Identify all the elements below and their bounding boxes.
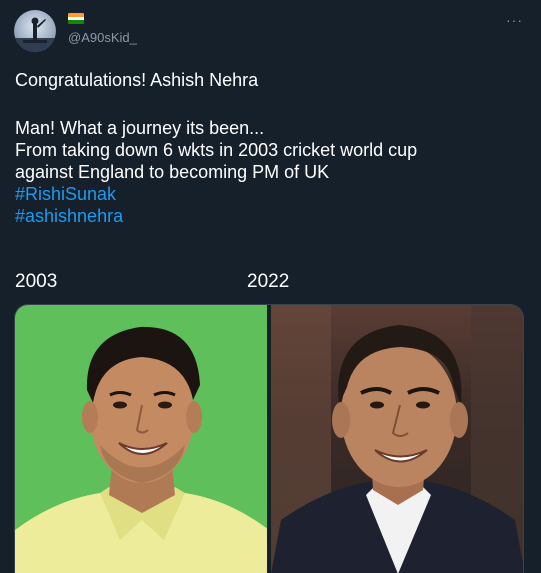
photo-left[interactable] bbox=[15, 305, 268, 573]
avatar[interactable] bbox=[14, 10, 56, 52]
hashtag-link-rishisunak[interactable]: #RishiSunak bbox=[15, 183, 525, 205]
photo-divider bbox=[267, 305, 269, 573]
tweet-line: From taking down 6 wkts in 2003 cricket … bbox=[15, 140, 418, 160]
photo-right[interactable] bbox=[271, 305, 523, 573]
tweet-media[interactable] bbox=[14, 304, 524, 573]
more-options-icon[interactable]: ··· bbox=[506, 12, 523, 28]
year-label-left: 2003 bbox=[15, 271, 58, 292]
flag-stripe-green bbox=[68, 20, 84, 24]
tweet-line: against England to becoming PM of UK bbox=[15, 162, 330, 182]
tweet[interactable]: @A90sKid_ ··· Congratulations! Ashish Ne… bbox=[0, 0, 541, 573]
tweet-text: Congratulations! Ashish Nehra Man! What … bbox=[15, 69, 525, 227]
tweet-line: Man! What a journey its been... bbox=[15, 118, 265, 138]
year-label-right: 2022 bbox=[247, 271, 290, 292]
hashtag-link-ashishnehra[interactable]: #ashishnehra bbox=[15, 205, 525, 227]
user-handle[interactable]: @A90sKid_ bbox=[68, 30, 137, 45]
india-flag-icon bbox=[68, 13, 84, 24]
tweet-line: Congratulations! Ashish Nehra bbox=[15, 70, 259, 90]
tweet-line-break bbox=[15, 91, 525, 117]
